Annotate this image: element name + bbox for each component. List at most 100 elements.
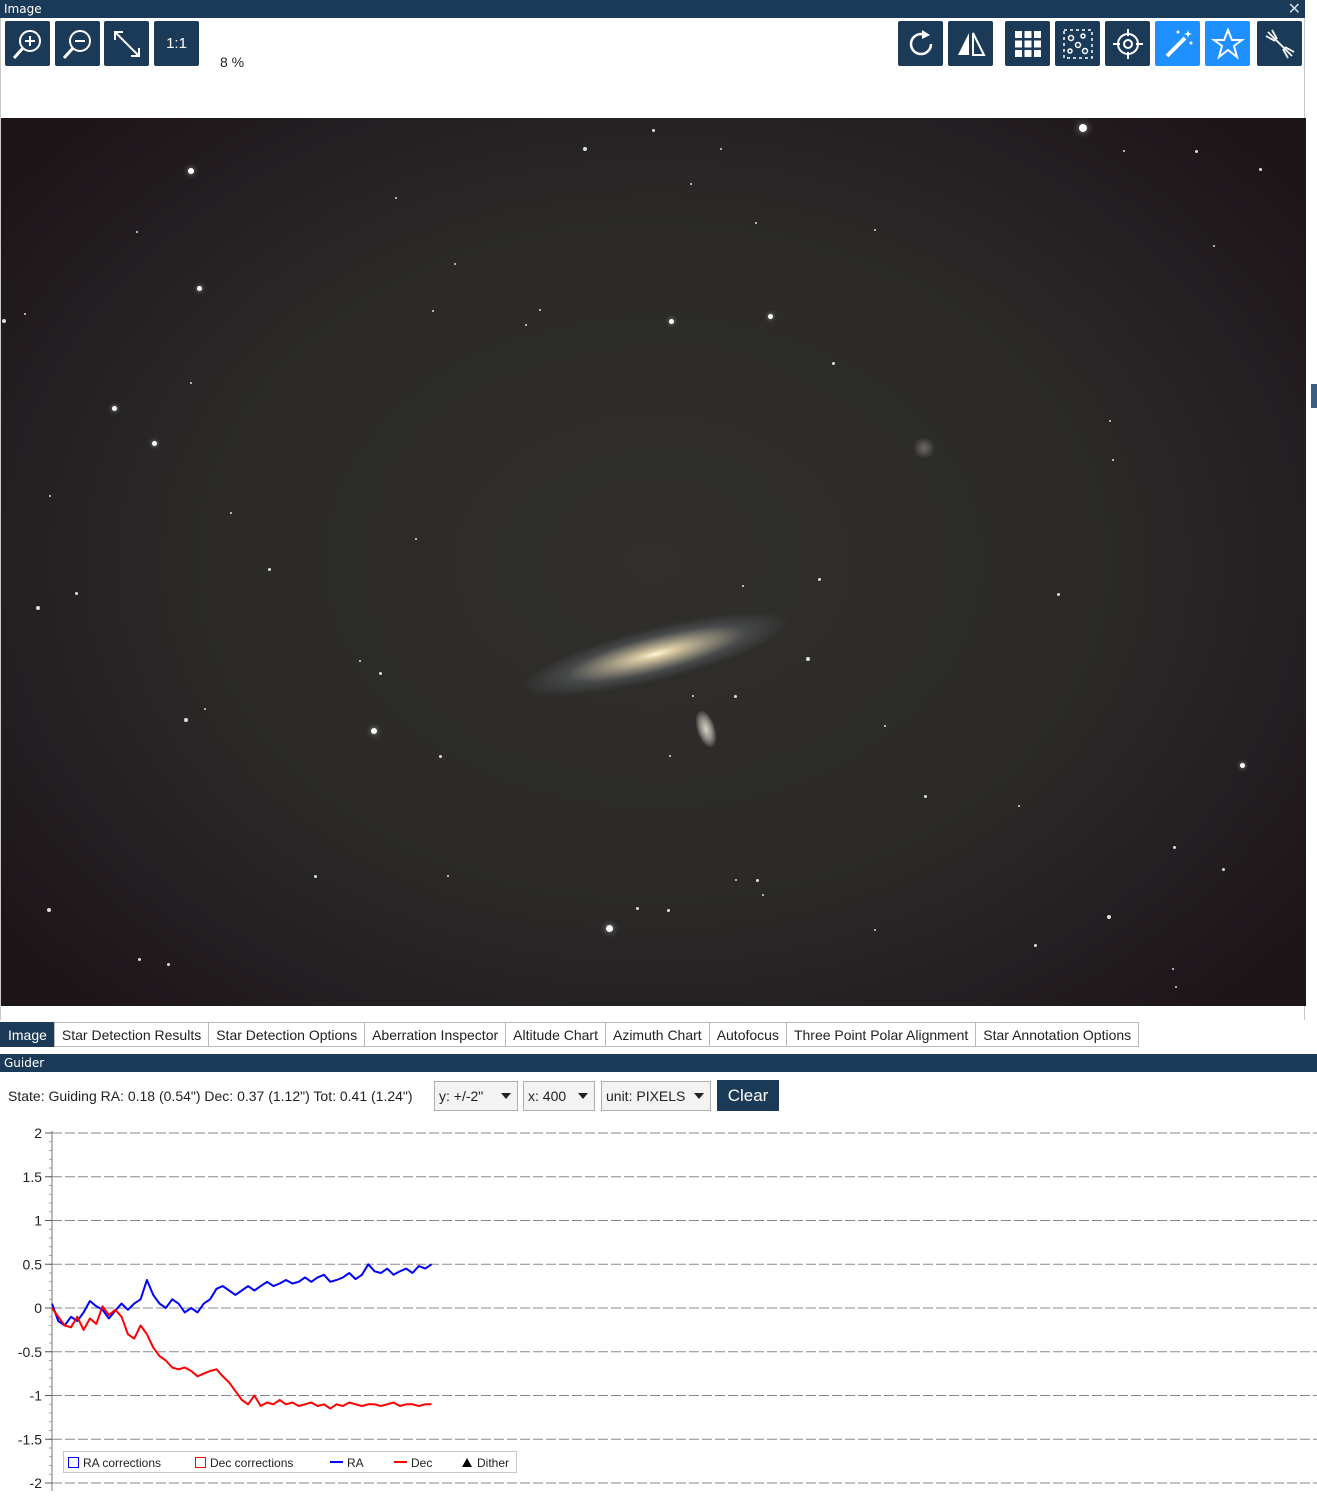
- x-range-select[interactable]: x: 400: [523, 1081, 595, 1111]
- star: [884, 725, 886, 727]
- close-icon[interactable]: ✕: [1288, 0, 1301, 18]
- zoom-in-icon: [12, 29, 41, 59]
- tab-autofocus[interactable]: Autofocus: [708, 1022, 786, 1047]
- tab-altitude-chart[interactable]: Altitude Chart: [505, 1022, 605, 1047]
- zoom-in-button[interactable]: [5, 21, 50, 66]
- y-tick-label: 1: [34, 1213, 42, 1229]
- star: [1079, 124, 1087, 132]
- clear-button[interactable]: Clear: [717, 1080, 779, 1111]
- star: [1194, 149, 1198, 153]
- star: [378, 671, 382, 675]
- y-tick-label: -0.5: [18, 1344, 42, 1360]
- image-panel: 1:1 8 %: [0, 18, 1306, 1020]
- tab-star-detection-results[interactable]: Star Detection Results: [53, 1022, 209, 1047]
- fit-to-window-button[interactable]: [104, 21, 149, 66]
- star: [47, 908, 51, 912]
- magic-wand-icon: [1165, 29, 1192, 57]
- star: [1258, 167, 1262, 171]
- star-annotation-button[interactable]: [1205, 21, 1250, 66]
- star: [447, 875, 449, 877]
- y-scale-select[interactable]: y: +/-2": [434, 1081, 518, 1111]
- star: [817, 577, 821, 581]
- guider-panel-title-text: Guider: [4, 1056, 45, 1070]
- crosshair-icon: [1112, 28, 1143, 59]
- tab-star-annotation-options[interactable]: Star Annotation Options: [975, 1022, 1140, 1047]
- fit-to-window-icon: [113, 30, 140, 57]
- star: [762, 894, 764, 896]
- panel-splitter-handle[interactable]: [1311, 384, 1317, 408]
- chevron-down-icon: [694, 1093, 704, 1099]
- tab-three-point-polar-alignment[interactable]: Three Point Polar Alignment: [785, 1022, 976, 1047]
- grid-button[interactable]: [1005, 21, 1050, 66]
- star: [1018, 805, 1020, 807]
- star: [438, 754, 442, 758]
- y-scale-value: y: +/-2": [439, 1088, 484, 1104]
- series-line-ra: [51, 1263, 433, 1327]
- star: [371, 728, 377, 734]
- star: [188, 168, 194, 174]
- star: [669, 755, 671, 757]
- star: [49, 495, 51, 497]
- star: [1107, 915, 1111, 919]
- star: [720, 148, 722, 150]
- star-field-button[interactable]: [1055, 21, 1100, 66]
- astro-image[interactable]: [1, 118, 1306, 1006]
- flip-button[interactable]: [948, 21, 993, 66]
- star: [432, 310, 434, 312]
- rotate-button[interactable]: [898, 21, 943, 66]
- star: [1112, 459, 1114, 461]
- rotate-icon: [909, 29, 932, 55]
- y-tick-label: -1: [30, 1388, 43, 1404]
- tab-star-detection-options[interactable]: Star Detection Options: [208, 1022, 365, 1047]
- star: [525, 324, 527, 326]
- one-to-one-button[interactable]: 1:1: [154, 21, 199, 66]
- satellite-button[interactable]: [1257, 21, 1302, 66]
- star: [666, 908, 670, 912]
- star: [742, 585, 744, 587]
- star: [923, 794, 927, 798]
- star: [454, 263, 456, 265]
- companion-galaxy: [691, 708, 721, 750]
- unit-value: unit: PIXELS: [606, 1088, 686, 1104]
- star: [874, 229, 876, 231]
- tab-azimuth-chart[interactable]: Azimuth Chart: [604, 1022, 709, 1047]
- star: [1056, 592, 1060, 596]
- star: [137, 957, 141, 961]
- series-line-dec: [51, 1305, 432, 1410]
- crosshair-button[interactable]: [1105, 21, 1150, 66]
- zoom-out-button[interactable]: [55, 21, 100, 66]
- flip-icon: [957, 32, 986, 56]
- star: [1221, 867, 1225, 871]
- star: [690, 183, 692, 185]
- star: [267, 567, 271, 571]
- star: [196, 285, 202, 291]
- star: [668, 318, 674, 324]
- star: [313, 874, 317, 878]
- star: [136, 231, 138, 233]
- tab-image[interactable]: Image: [0, 1022, 54, 1047]
- right-edge: [1305, 18, 1317, 1020]
- y-tick-label: 0.5: [23, 1256, 43, 1272]
- legend-dither-label: Dither: [477, 1456, 510, 1470]
- star: [1175, 986, 1177, 988]
- star: [74, 591, 78, 595]
- star: [651, 128, 655, 132]
- image-panel-title-text: Image: [4, 2, 42, 16]
- magic-wand-button[interactable]: [1155, 21, 1200, 66]
- x-range-value: x: 400: [528, 1088, 567, 1104]
- star: [605, 924, 613, 932]
- legend-dec: Dec: [394, 1455, 432, 1471]
- star: [190, 382, 192, 384]
- tab-aberration-inspector[interactable]: Aberration Inspector: [364, 1022, 506, 1047]
- star: [735, 879, 737, 881]
- star: [415, 538, 417, 540]
- faint-galaxy: [913, 438, 935, 458]
- star: [2, 319, 6, 323]
- chevron-down-icon: [578, 1093, 588, 1099]
- legend-dec-corrections: Dec corrections: [195, 1455, 293, 1471]
- star: [204, 708, 206, 710]
- guider-panel-title: Guider: [0, 1054, 1317, 1072]
- zoom-out-icon: [62, 29, 91, 59]
- unit-select[interactable]: unit: PIXELS: [601, 1081, 711, 1111]
- image-panel-title: Image ✕: [0, 0, 1305, 18]
